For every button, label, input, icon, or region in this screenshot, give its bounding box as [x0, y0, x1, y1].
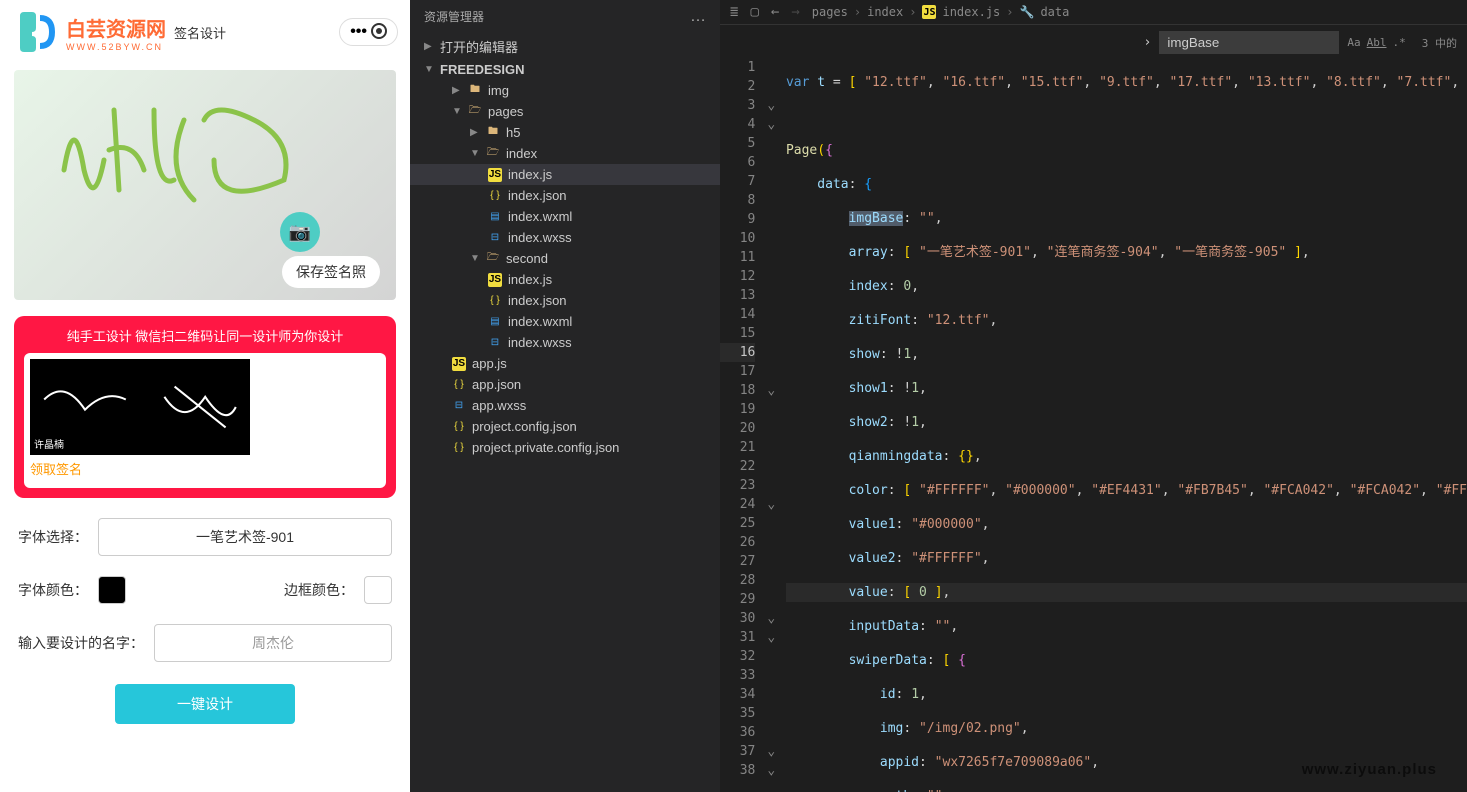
folder-pages[interactable]: ▼🗁pages	[410, 101, 720, 122]
code-area[interactable]: 1234567891011121314151617181920212223242…	[720, 58, 1467, 792]
camera-icon[interactable]: 📷	[280, 212, 320, 252]
save-signature-button[interactable]: 保存签名照	[282, 256, 380, 288]
crumb-file[interactable]: index.js	[942, 5, 1000, 19]
explorer-more-icon[interactable]: …	[690, 8, 706, 26]
editor-toolbar: ≣ ▢ ← → pages› index› JSindex.js› 🔧data	[720, 0, 1467, 25]
file-index-wxml[interactable]: ▤index.wxml	[410, 206, 720, 227]
name-input[interactable]: 周杰伦	[154, 624, 392, 662]
get-signature-link[interactable]: 领取签名	[30, 455, 250, 482]
app-title: 签名设计	[174, 23, 226, 42]
sample-sig-1	[34, 363, 136, 436]
input-label: 输入要设计的名字：	[18, 633, 144, 653]
promo-sample-2[interactable]	[140, 359, 250, 455]
font-select-row: 字体选择： 一笔艺术签-901	[0, 508, 410, 566]
file-second-wxml[interactable]: ▤index.wxml	[410, 311, 720, 332]
section-project[interactable]: ▼FREEDESIGN	[410, 59, 720, 80]
back-icon[interactable]: ←	[771, 4, 779, 20]
method-icon: 🔧	[1020, 5, 1035, 19]
font-color-label: 字体颜色：	[18, 580, 88, 600]
line-gutter: 1234567891011121314151617181920212223242…	[720, 58, 767, 792]
promo-sample-1[interactable]: 许晶楠	[30, 359, 140, 455]
file-app-js[interactable]: JSapp.js	[410, 353, 720, 374]
border-color-label: 边框颜色：	[284, 580, 354, 600]
search-options: Aa Abl .*	[1347, 36, 1405, 49]
promo-box: 纯手工设计 微信扫二维码让同一设计师为你设计 许晶楠 领取签名	[14, 316, 396, 498]
font-select-label: 字体选择：	[18, 527, 88, 547]
folder-second[interactable]: ▼🗁second	[410, 248, 720, 269]
search-bar: › Aa Abl .* 3 中的	[1144, 31, 1457, 54]
file-second-json[interactable]: { }index.json	[410, 290, 720, 311]
more-icon[interactable]: •••	[350, 23, 367, 41]
explorer-title: 资源管理器	[424, 8, 484, 26]
file-app-wxss[interactable]: ⊟app.wxss	[410, 395, 720, 416]
crumb-index[interactable]: index	[867, 5, 903, 19]
file-index-js[interactable]: JSindex.js	[410, 164, 720, 185]
file-project-private[interactable]: { }project.private.config.json	[410, 437, 720, 458]
folder-img[interactable]: ▶🖿img	[410, 80, 720, 101]
mobile-preview: 白芸资源网 WWW.52BYW.CN 签名设计 ••• 📷 保存签名照 纯手工设…	[0, 0, 410, 792]
bookmark-icon[interactable]: ▢	[750, 4, 758, 20]
search-count: 3 中的	[1422, 35, 1457, 51]
design-button[interactable]: 一键设计	[115, 684, 295, 724]
font-color-picker[interactable]	[98, 576, 126, 604]
folder-index[interactable]: ▼🗁index	[410, 143, 720, 164]
file-explorer: 资源管理器 … ▶打开的编辑器 ▼FREEDESIGN ▶🖿img ▼🗁page…	[410, 0, 720, 792]
word-icon[interactable]: Abl	[1367, 36, 1387, 49]
sample-sig-2	[144, 363, 246, 451]
logo-title: 白芸资源网	[66, 13, 166, 42]
breadcrumb[interactable]: pages› index› JSindex.js› 🔧data	[812, 5, 1070, 19]
file-app-json[interactable]: { }app.json	[410, 374, 720, 395]
capsule-buttons[interactable]: •••	[339, 18, 398, 46]
close-icon[interactable]	[371, 23, 387, 39]
file-index-json[interactable]: { }index.json	[410, 185, 720, 206]
file-second-js[interactable]: JSindex.js	[410, 269, 720, 290]
signature-image	[54, 90, 334, 230]
input-row: 输入要设计的名字： 周杰伦	[0, 614, 410, 672]
promo-label-1: 许晶楠	[34, 436, 136, 451]
case-icon[interactable]: Aa	[1347, 36, 1360, 49]
file-index-wxss[interactable]: ⊟index.wxss	[410, 227, 720, 248]
file-second-wxss[interactable]: ⊟index.wxss	[410, 332, 720, 353]
forward-icon[interactable]: →	[791, 4, 799, 20]
crumb-data[interactable]: data	[1040, 5, 1069, 19]
explorer-header: 资源管理器 …	[410, 0, 720, 34]
code-content[interactable]: var t = [ "12.ttf", "16.ttf", "15.ttf", …	[786, 58, 1467, 792]
font-select[interactable]: 一笔艺术签-901	[98, 518, 392, 556]
watermark: www.ziyuan.plus	[1302, 761, 1437, 778]
fold-gutter[interactable]: ⌄⌄⌄⌄⌄⌄⌄⌄	[767, 58, 786, 792]
crumb-pages[interactable]: pages	[812, 5, 848, 19]
file-project-config[interactable]: { }project.config.json	[410, 416, 720, 437]
color-row: 字体颜色： 边框颜色：	[0, 566, 410, 614]
code-editor: ≣ ▢ ← → pages› index› JSindex.js› 🔧data …	[720, 0, 1467, 792]
search-input[interactable]	[1159, 31, 1339, 54]
promo-title: 纯手工设计 微信扫二维码让同一设计师为你设计	[24, 326, 386, 345]
mobile-header: 白芸资源网 WWW.52BYW.CN 签名设计 •••	[0, 0, 410, 64]
compare-icon[interactable]: ≣	[730, 4, 738, 20]
folder-h5[interactable]: ▶🖿h5	[410, 122, 720, 143]
regex-icon[interactable]: .*	[1393, 36, 1406, 49]
border-color-picker[interactable]	[364, 576, 392, 604]
logo: 白芸资源网 WWW.52BYW.CN	[12, 8, 166, 56]
promo-images: 许晶楠 领取签名	[24, 353, 386, 488]
signature-canvas: 📷 保存签名照	[14, 70, 396, 300]
section-open-editors[interactable]: ▶打开的编辑器	[410, 34, 720, 59]
logo-icon	[12, 8, 60, 56]
logo-subtitle: WWW.52BYW.CN	[66, 42, 166, 52]
